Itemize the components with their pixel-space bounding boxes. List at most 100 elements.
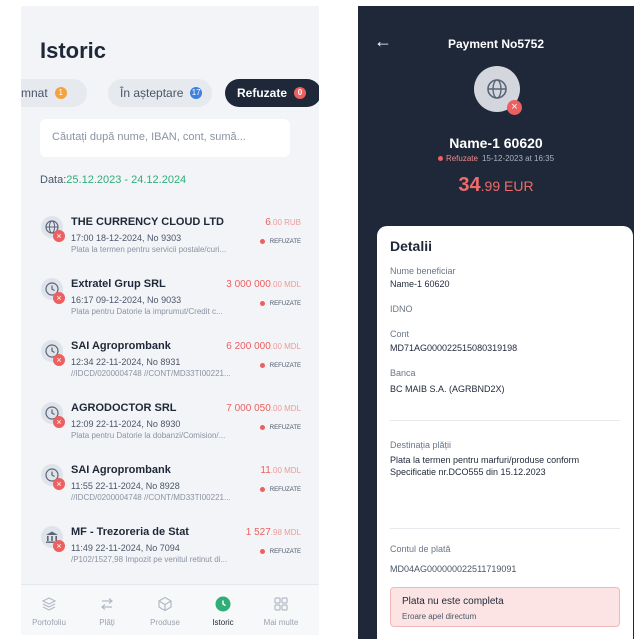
status-tabs: mnat 1 În așteptare 17 Refuzate 0 [21,79,319,107]
error-alert: Plata nu este completa Eroare apel direc… [390,587,620,627]
tx-desc: //IDCD/0200004748 //CONT/MD33TI00221... [71,493,231,502]
field-label: Destinația plății [390,440,452,450]
globe-icon [487,79,507,99]
list-item[interactable]: × THE CURRENCY CLOUD LTD 17:00 18-12-202… [33,212,305,268]
close-icon: × [53,292,65,304]
tx-amount: 7 000 050.00 MDL [226,403,301,414]
close-icon: × [53,354,65,366]
field-label: Nume beneficiar [390,266,456,276]
status-badge: REFUZATE [259,549,301,555]
list-item[interactable]: × MF - Trezoreria de Stat 11:49 22-11-20… [33,522,305,578]
tx-name: MF - Trezoreria de Stat [71,526,189,538]
avatar: × [474,66,522,115]
field-value: MD71AG000022515080319198 [390,343,518,353]
close-icon: × [507,100,522,115]
payment-detail-screen: ← Payment No5752 × Name-1 60620 Refuzate… [358,6,634,639]
close-icon: × [53,416,65,428]
field-label: Contul de plată [390,544,451,554]
tx-desc: //IDCD/0200004748 //CONT/MD33TI00221... [71,369,231,378]
nav-item-portofoliu[interactable]: Portofoliu [21,585,77,635]
bottom-nav: Portofoliu Plăți Produse Istoric Mai mul… [21,584,319,635]
nav-label: Mai multe [263,618,299,627]
nav-label: Istoric [212,618,234,627]
tx-amount: 11.00 MDL [260,465,301,476]
tx-meta: 11:49 22-11-2024, No 7094 [71,543,180,553]
field-label: Banca [390,368,416,378]
search-input[interactable]: Căutați după nume, IBAN, cont, sumă... [40,119,290,157]
divider [390,420,620,421]
tab-semnat[interactable]: mnat 1 [21,79,87,107]
nav-item-istoric[interactable]: Istoric [195,585,251,635]
tab-count-badge: 17 [190,87,202,99]
date-range: 25.12.2023 - 24.12.2024 [66,174,187,186]
field-label: IDNO [390,304,413,314]
cube-icon [158,596,172,612]
payment-amount: 34.99 EUR [458,174,534,196]
divider [390,528,620,529]
date-label: Data: [40,174,67,186]
status-badge: REFUZATE [259,487,301,493]
status-badge: REFUZATE [259,363,301,369]
nav-label: Produse [150,618,180,627]
details-card: Detalii Nume beneficiar Name-1 60620 IDN… [377,226,633,639]
field-label: Cont [390,329,410,339]
tab-count-badge: 0 [294,87,307,99]
layers-icon [41,597,57,611]
tx-name: THE CURRENCY CLOUD LTD [71,216,224,228]
tab-label: mnat [21,86,48,100]
details-title: Detalii [390,238,433,254]
tx-amount: 6 200 000.00 MDL [226,341,301,352]
history-icon [215,596,231,612]
tx-amount: 3 000 000.00 MDL [226,279,301,290]
list-item[interactable]: × Extratel Grup SRL 16:17 09-12-2024, No… [33,274,305,330]
page-title: Payment No5752 [447,37,545,51]
history-screen: Istoric mnat 1 În așteptare 17 Refuzate … [21,6,319,635]
tx-name: SAI Agroprombank [71,464,171,476]
page-title: Istoric [40,38,107,63]
nav-item-mai-multe[interactable]: Mai multe [253,585,309,635]
transfer-icon [101,598,113,610]
close-icon: × [53,230,65,242]
tx-amount: 6.00 RUB [265,217,301,228]
tx-meta: 16:17 09-12-2024, No 9033 [71,295,182,305]
tx-desc: Plata pentru Datorie la dobanzi/Comision… [71,431,226,440]
field-value: MD04AG000000022511719091 [390,564,517,574]
list-item[interactable]: × AGRODOCTOR SRL 12:09 22-11-2024, No 89… [33,398,305,454]
tx-desc: Plata pentru Datorie la imprumut/Credit … [71,307,223,316]
nav-label: Portofoliu [32,618,66,627]
tab-label: Refuzate [237,86,288,100]
date-filter[interactable]: Data:25.12.2023 - 24.12.2024 [40,174,186,186]
tx-meta: 12:34 22-11-2024, No 8931 [71,357,181,367]
status-badge: REFUZATE [259,239,301,245]
tab-in-asteptare[interactable]: În așteptare 17 [108,79,212,107]
tab-count-badge: 1 [54,87,67,99]
tx-meta: 12:09 22-11-2024, No 8930 [71,419,181,429]
tx-desc: /P102/1527,98 Impozit pe venitul retinut… [71,555,228,564]
field-value: BC MAIB S.A. (AGRBND2X) [390,384,505,394]
error-subtitle: Eroare apel directum [402,612,477,621]
grid-icon [274,597,288,611]
nav-item-plati[interactable]: Plăți [79,585,135,635]
close-icon: × [53,478,65,490]
tx-amount: 1 527.98 MDL [245,527,301,538]
list-item[interactable]: × SAI Agroprombank 11:55 22-11-2024, No … [33,460,305,516]
status-badge: REFUZATE [259,425,301,431]
beneficiary-name: Name-1 60620 [449,135,543,151]
tab-label: În așteptare [120,86,184,100]
close-icon: × [53,540,65,552]
tab-refuzate[interactable]: Refuzate 0 [225,79,319,107]
nav-label: Plăți [99,618,115,627]
tx-meta: 17:00 18-12-2024, No 9303 [71,233,182,243]
error-title: Plata nu este completa [402,596,504,607]
field-value: Name-1 60620 [390,279,450,289]
nav-item-produse[interactable]: Produse [137,585,193,635]
tx-desc: Plata la termen pentru servicii postale/… [71,245,227,254]
status-badge: Refuzate 15-12-2023 at 16:35 [358,154,634,163]
tx-name: AGRODOCTOR SRL [71,402,177,414]
tx-name: SAI Agroprombank [71,340,171,352]
status-badge: REFUZATE [259,301,301,307]
tx-meta: 11:55 22-11-2024, No 8928 [71,481,180,491]
field-value: Plata la termen pentru marfuri/produse c… [390,455,580,477]
list-item[interactable]: × SAI Agroprombank 12:34 22-11-2024, No … [33,336,305,392]
tx-name: Extratel Grup SRL [71,278,166,290]
